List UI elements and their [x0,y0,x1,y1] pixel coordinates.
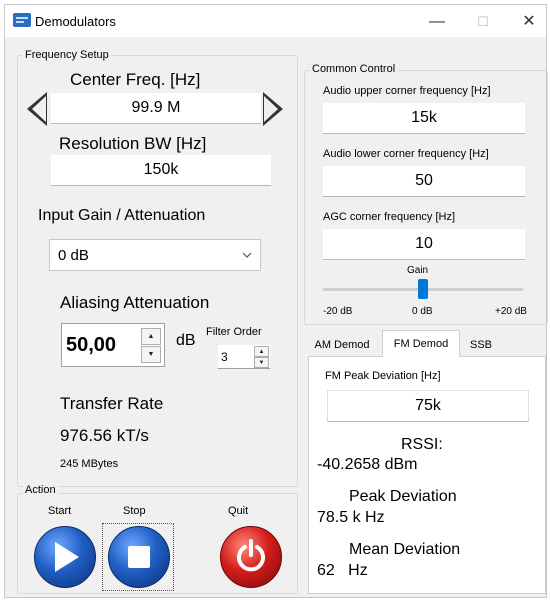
center-freq-field[interactable]: 99.9 M [51,93,261,124]
peak-deviation-label: Peak Deviation [349,488,457,505]
tab-am-demod[interactable]: AM Demod [308,334,376,356]
aliasing-down-button[interactable]: ▼ [141,346,161,363]
frequency-setup-label: Frequency Setup [23,49,111,61]
decrease-freq-button[interactable] [27,91,51,127]
gain-max-label: +20 dB [495,306,527,317]
transfer-rate-label: Transfer Rate [60,394,164,413]
action-label: Action [23,484,58,496]
close-button[interactable]: ✕ [509,11,549,33]
input-gain-select[interactable]: 0 dB [49,239,261,271]
gain-label: Gain [407,265,429,276]
audio-upper-value: 15k [411,109,437,126]
quit-label: Quit [228,505,249,517]
aliasing-label: Aliasing Attenuation [60,293,210,312]
tab-am-label: AM Demod [314,339,370,351]
rssi-value: -40.2658 dBm [317,456,418,473]
gain-min-label: -20 dB [323,306,353,317]
audio-lower-field[interactable]: 50 [323,166,525,197]
gain-mid-label: 0 dB [412,306,433,317]
peak-deviation-value: 78.5 k Hz [317,509,385,526]
input-gain-label: Input Gain / Attenuation [38,207,206,224]
demodulators-window: Demodulators — ☐ ✕ Frequency Setup Cente… [4,4,548,598]
close-icon: ✕ [522,13,536,30]
rssi-label: RSSI: [401,436,443,453]
tab-ssb-label: SSB [469,339,492,351]
mean-deviation-value: 62 Hz [317,562,368,579]
power-icon [237,539,265,572]
input-gain-value: 0 dB [58,246,89,264]
app-icon [13,13,31,27]
start-button[interactable] [34,526,96,588]
maximize-icon: ☐ [477,14,489,29]
stop-button[interactable] [108,526,170,588]
filter-order-up-button[interactable]: ▲ [254,346,269,357]
chevron-down-icon [242,252,252,258]
center-freq-label: Center Freq. [Hz] [70,70,201,89]
increase-freq-button[interactable] [261,91,285,127]
tab-fm-demod[interactable]: FM Demod [382,330,460,357]
audio-lower-value: 50 [415,172,433,189]
filter-order-stepper[interactable]: 3 ▲ ▼ [218,345,270,369]
tab-fm-label: FM Demod [393,338,449,350]
transfer-rate-value: 976.56 kT/s [60,426,149,445]
stop-label: Stop [123,505,146,517]
audio-upper-field[interactable]: 15k [323,103,525,134]
center-freq-value: 99.9 M [131,99,181,116]
stop-icon [128,546,150,568]
spin-up-icon: ▲ [258,348,265,355]
quit-button[interactable] [220,526,282,588]
filter-order-down-button[interactable]: ▼ [254,357,269,368]
gain-slider-thumb[interactable] [418,279,428,299]
agc-label: AGC corner frequency [Hz] [323,211,456,223]
aliasing-unit: dB [176,332,196,349]
spin-up-icon: ▲ [147,333,155,340]
fm-peak-dev-field-value: 75k [415,397,441,414]
fm-demod-panel: FM Peak Deviation [Hz] 75k RSSI: -40.265… [308,356,546,594]
bytes-value: 245 MBytes [60,458,119,470]
agc-field[interactable]: 10 [323,229,525,260]
fm-peak-dev-field[interactable]: 75k [327,390,529,422]
window-title: Demodulators [35,14,116,29]
title-bar: Demodulators — ☐ ✕ [5,5,546,37]
filter-order-value: 3 [221,350,228,364]
minimize-button[interactable]: — [417,11,457,33]
maximize-button[interactable]: ☐ [463,11,503,33]
aliasing-stepper[interactable]: 50,00 ▲ ▼ [61,323,165,367]
common-control-label: Common Control [310,63,398,75]
audio-lower-label: Audio lower corner frequency [Hz] [323,148,489,160]
mean-deviation-label: Mean Deviation [349,541,461,558]
resolution-bw-value: 150k [143,161,179,178]
aliasing-value: 50,00 [66,334,117,356]
audio-upper-label: Audio upper corner frequency [Hz] [323,85,491,97]
tab-ssb[interactable]: SSB [463,334,499,356]
play-icon [55,542,79,572]
agc-value: 10 [415,235,433,252]
start-label: Start [48,505,72,517]
minimize-icon: — [429,13,445,30]
resolution-bw-field[interactable]: 150k [51,155,271,186]
spin-down-icon: ▼ [147,351,155,358]
fm-peak-dev-field-label: FM Peak Deviation [Hz] [325,370,441,382]
filter-order-label: Filter Order [206,326,262,338]
spin-down-icon: ▼ [258,359,265,366]
resolution-bw-label: Resolution BW [Hz] [59,134,207,153]
aliasing-up-button[interactable]: ▲ [141,328,161,345]
